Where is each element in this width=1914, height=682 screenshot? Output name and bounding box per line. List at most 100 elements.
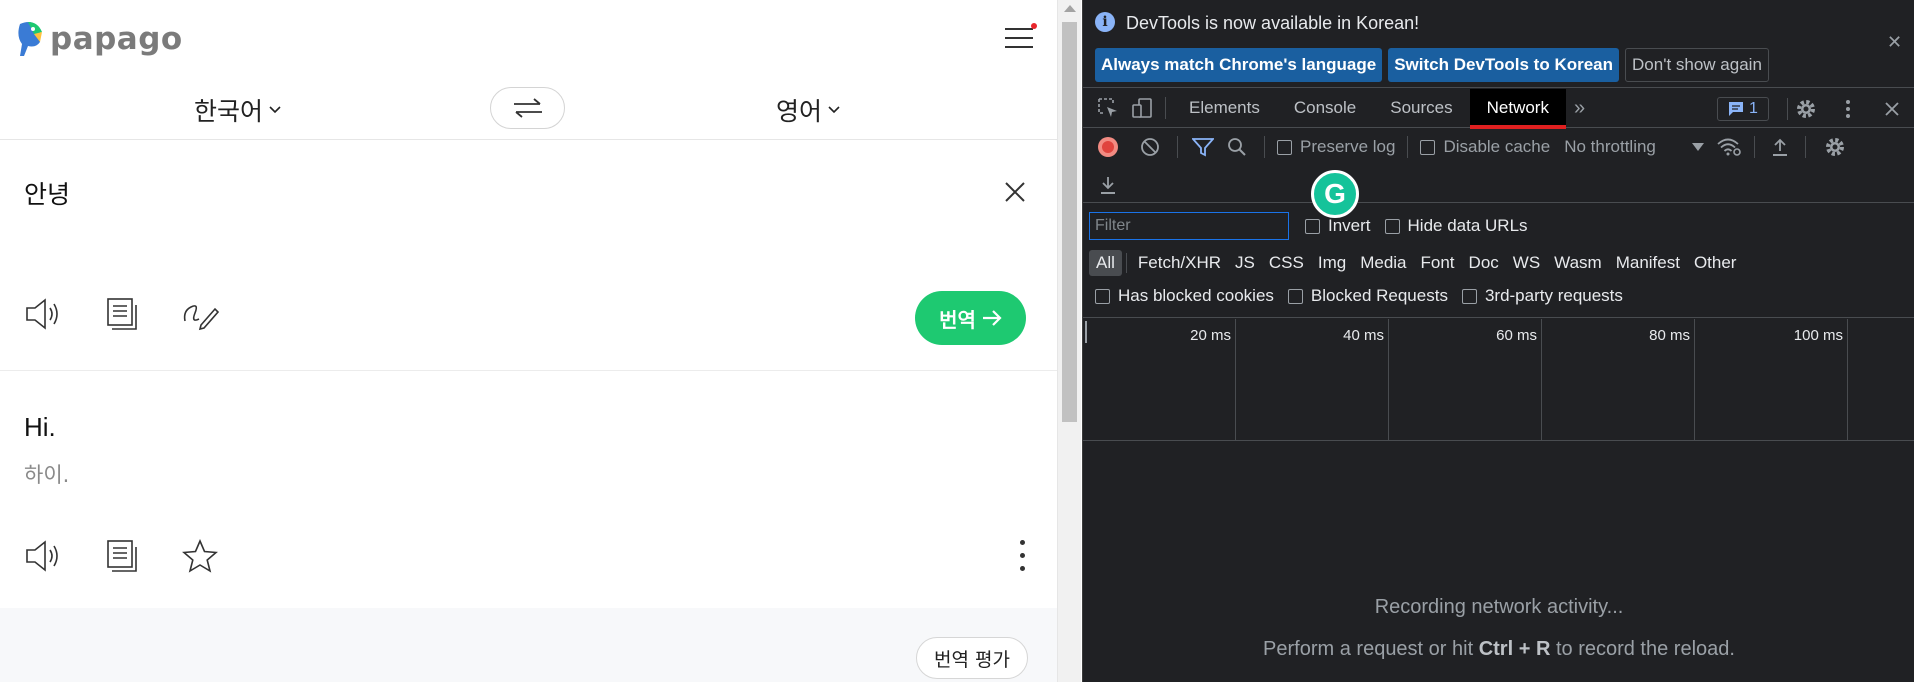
type-filter-doc[interactable]: Doc <box>1462 250 1506 276</box>
type-filter-manifest[interactable]: Manifest <box>1609 250 1687 276</box>
target-language-select[interactable]: 영어 <box>776 92 840 128</box>
tab-console[interactable]: Console <box>1277 89 1373 128</box>
copy-icon[interactable] <box>102 536 142 576</box>
checkbox-box[interactable] <box>1384 218 1400 234</box>
handwrite-icon[interactable] <box>180 294 220 334</box>
source-language-label: 한국어 <box>194 97 264 126</box>
checkbox-box[interactable] <box>1420 139 1436 155</box>
scrollbar-thumb[interactable] <box>1062 22 1077 422</box>
checkbox-box[interactable] <box>1305 218 1320 234</box>
checkbox-box[interactable] <box>1461 288 1477 304</box>
network-conditions-icon[interactable] <box>1714 132 1744 162</box>
type-filter-wasm[interactable]: Wasm <box>1547 250 1609 276</box>
disable-cache-checkbox[interactable]: Disable cache <box>1420 137 1550 157</box>
divider <box>1264 136 1265 158</box>
copy-icon[interactable] <box>102 294 142 334</box>
throttling-value: No throttling <box>1564 137 1656 156</box>
network-toolbar: Preserve log Disable cache No throttling <box>1083 129 1914 203</box>
filter-input[interactable] <box>1089 212 1289 240</box>
type-filter-other[interactable]: Other <box>1687 250 1744 276</box>
filter-icon[interactable] <box>1188 132 1218 162</box>
infobar-buttons: Always match Chrome's language Switch De… <box>1095 48 1769 82</box>
result-pronunciation: 하이. <box>24 463 70 487</box>
divider <box>1787 98 1788 120</box>
issues-counter-button[interactable]: 1 <box>1717 97 1769 121</box>
devtools-panel: i DevTools is now available in Korean! ✕… <box>1082 0 1914 682</box>
tab-sources[interactable]: Sources <box>1373 89 1469 128</box>
type-filter-media[interactable]: Media <box>1353 250 1413 276</box>
chevron-down-icon <box>269 106 281 114</box>
timeline-label: 100 ms <box>1793 327 1843 344</box>
type-filter-ws[interactable]: WS <box>1506 250 1547 276</box>
tab-elements[interactable]: Elements <box>1172 89 1277 128</box>
third-party-requests-checkbox[interactable]: 3rd-party requests <box>1461 286 1623 306</box>
timeline-label: 60 ms <box>1496 327 1537 344</box>
type-filter-fetch-xhr[interactable]: Fetch/XHR <box>1131 250 1228 276</box>
clear-icon[interactable] <box>1135 132 1165 162</box>
source-language-select[interactable]: 한국어 <box>194 92 281 128</box>
speaker-icon[interactable] <box>24 536 64 576</box>
close-icon[interactable] <box>1002 179 1028 205</box>
more-vertical-icon[interactable] <box>1831 92 1865 126</box>
rate-translation-button[interactable]: 번역 평가 <box>916 637 1028 679</box>
close-devtools-icon[interactable] <box>1875 92 1909 126</box>
checkbox-box[interactable] <box>1287 288 1303 304</box>
hide-data-urls-checkbox[interactable]: Hide data URLs <box>1384 216 1528 236</box>
type-filter-img[interactable]: Img <box>1311 250 1353 276</box>
checkbox-box[interactable] <box>1277 139 1292 155</box>
more-vertical-icon[interactable] <box>1015 538 1031 574</box>
search-icon[interactable] <box>1222 132 1252 162</box>
blocked-requests-checkbox[interactable]: Blocked Requests <box>1287 286 1448 306</box>
type-filter-all[interactable]: All <box>1089 250 1122 276</box>
page-scrollbar[interactable] <box>1057 0 1081 682</box>
blocked-requests-label: Blocked Requests <box>1310 286 1448 305</box>
inspect-element-icon[interactable] <box>1091 91 1125 125</box>
third-party-requests-label: 3rd-party requests <box>1484 286 1623 305</box>
star-icon[interactable] <box>180 536 220 576</box>
has-blocked-cookies-checkbox[interactable]: Has blocked cookies <box>1095 286 1274 306</box>
throttling-select[interactable]: No throttling <box>1564 137 1704 157</box>
type-filter-js[interactable]: JS <box>1228 250 1262 276</box>
source-text-panel[interactable]: 안녕 번역 <box>0 141 1057 371</box>
grammarly-badge-icon[interactable]: G <box>1311 170 1359 218</box>
papago-parrot-icon <box>18 22 42 56</box>
empty-hint-shortcut: Ctrl + R <box>1478 638 1551 660</box>
notification-dot <box>1031 23 1037 29</box>
network-settings-gear-icon[interactable] <box>1820 132 1850 162</box>
divider <box>1753 136 1755 158</box>
source-text[interactable]: 안녕 <box>24 175 70 211</box>
empty-state-hint: Perform a request or hit Ctrl + R to rec… <box>1083 638 1914 661</box>
network-filter-bar: Invert Hide data URLs All Fetch/XHR JS C… <box>1083 204 1914 318</box>
more-tabs-chevron-icon[interactable]: » <box>1566 97 1593 120</box>
language-infobar: i DevTools is now available in Korean! ✕… <box>1083 0 1914 88</box>
checkbox-box[interactable] <box>1095 288 1110 304</box>
record-icon[interactable] <box>1093 132 1123 162</box>
arrow-right-icon <box>982 310 1002 326</box>
translate-button[interactable]: 번역 <box>915 291 1026 345</box>
device-toolbar-icon[interactable] <box>1125 91 1159 125</box>
dont-show-again-button[interactable]: Don't show again <box>1625 48 1769 82</box>
scroll-up-arrow-icon[interactable] <box>1064 5 1076 12</box>
settings-gear-icon[interactable] <box>1789 92 1823 126</box>
preserve-log-checkbox[interactable]: Preserve log <box>1277 137 1395 157</box>
hamburger-menu-icon[interactable] <box>1005 23 1037 50</box>
close-icon[interactable]: ✕ <box>1887 32 1902 53</box>
filter-options: Invert Hide data URLs <box>1305 216 1528 236</box>
swap-languages-button[interactable] <box>490 87 565 129</box>
preserve-log-label: Preserve log <box>1300 137 1396 156</box>
divider <box>1125 253 1127 273</box>
import-har-icon[interactable] <box>1765 132 1795 162</box>
export-har-icon[interactable] <box>1093 170 1123 200</box>
network-overview-timeline[interactable]: 20 ms 40 ms 60 ms 80 ms 100 ms <box>1083 319 1914 441</box>
timeline-column: 100 ms <box>1695 319 1848 441</box>
divider <box>1165 97 1166 119</box>
type-filter-css[interactable]: CSS <box>1262 250 1311 276</box>
match-chrome-language-button[interactable]: Always match Chrome's language <box>1095 48 1383 82</box>
invert-checkbox[interactable]: Invert <box>1305 216 1371 236</box>
type-filter-font[interactable]: Font <box>1414 250 1462 276</box>
speaker-icon[interactable] <box>24 294 64 334</box>
result-text: Hi. <box>24 412 56 442</box>
papago-logo[interactable]: papago <box>14 20 183 58</box>
tab-network[interactable]: Network <box>1469 88 1567 129</box>
switch-to-korean-button[interactable]: Switch DevTools to Korean <box>1388 48 1620 82</box>
